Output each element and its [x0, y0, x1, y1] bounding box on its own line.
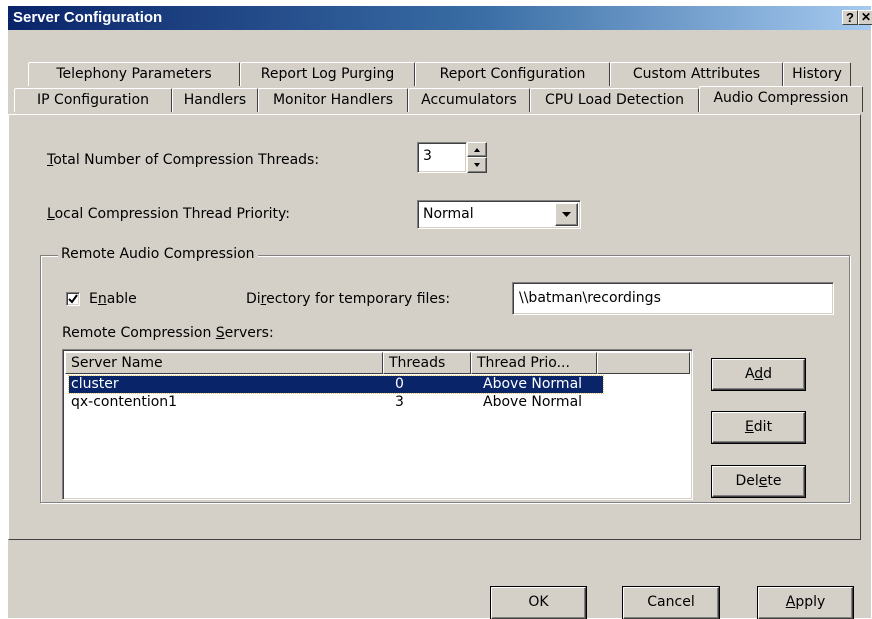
window-title: Server Configuration	[13, 9, 163, 26]
spin-down-button[interactable]	[467, 157, 487, 173]
check-icon	[68, 294, 78, 304]
tab-panel-audio-compression: Total Number of Compression Threads: 3 L…	[8, 114, 861, 540]
tab-accumulators[interactable]: Accumulators	[408, 88, 530, 112]
arrow-up-icon	[474, 148, 480, 152]
tab-monitor-handlers[interactable]: Monitor Handlers	[258, 88, 408, 112]
tab-ip-configuration[interactable]: IP Configuration	[14, 88, 172, 112]
compression-priority-label: Local Compression Thread Priority:	[47, 206, 290, 222]
tab-audio-compression[interactable]: Audio Compression	[699, 86, 863, 112]
spin-up-button[interactable]	[467, 142, 487, 157]
chevron-down-icon	[562, 212, 571, 217]
apply-button[interactable]: Apply	[758, 587, 853, 619]
tab-report-log-purging[interactable]: Report Log Purging	[240, 62, 415, 86]
tab-history[interactable]: History	[783, 62, 851, 86]
temp-directory-value: \\batman\recordings	[519, 290, 661, 306]
cell-threads: 0	[395, 376, 404, 392]
arrow-down-icon	[474, 163, 480, 167]
priority-selected-value: Normal	[423, 206, 474, 222]
tab-cpu-load-detection[interactable]: CPU Load Detection	[530, 88, 699, 112]
delete-button[interactable]: Delete	[712, 466, 805, 497]
temp-directory-label: Directory for temporary files:	[246, 291, 451, 307]
add-button[interactable]: Add	[712, 359, 805, 390]
remote-servers-list[interactable]: Server Name Threads Thread Prio... clust…	[62, 349, 693, 500]
close-icon[interactable]: ✕	[858, 10, 872, 25]
tab-handlers[interactable]: Handlers	[172, 88, 258, 112]
tab-telephony-parameters[interactable]: Telephony Parameters	[28, 62, 240, 86]
cell-thread-priority: Above Normal	[483, 376, 583, 392]
table-row[interactable]: qx-contention1 3 Above Normal	[69, 394, 603, 411]
compression-threads-value: 3	[423, 148, 432, 164]
remote-audio-compression-legend: Remote Audio Compression	[58, 246, 258, 262]
table-row[interactable]: cluster 0 Above Normal	[68, 375, 604, 394]
tab-custom-attributes[interactable]: Custom Attributes	[610, 62, 783, 86]
priority-dropdown-button[interactable]	[555, 203, 578, 226]
edit-button[interactable]: Edit	[712, 412, 805, 443]
cancel-button[interactable]: Cancel	[623, 587, 719, 619]
cell-thread-priority: Above Normal	[483, 394, 583, 410]
column-header-server-name[interactable]: Server Name	[65, 352, 383, 374]
cell-server-name: cluster	[71, 376, 119, 392]
column-header-threads[interactable]: Threads	[383, 352, 471, 374]
cell-server-name: qx-contention1	[71, 394, 178, 410]
ok-button[interactable]: OK	[491, 587, 586, 619]
priority-dropdown[interactable]: Normal	[417, 200, 581, 229]
temp-directory-input[interactable]: \\batman\recordings	[512, 282, 834, 315]
compression-threads-spinner[interactable]: 3	[417, 142, 467, 173]
cell-threads: 3	[395, 394, 404, 410]
compression-threads-label: Total Number of Compression Threads:	[47, 152, 320, 168]
help-icon[interactable]: ?	[842, 10, 858, 25]
title-bar[interactable]: Server Configuration ? ✕	[8, 6, 872, 30]
column-header-filler	[597, 352, 690, 374]
remote-servers-label: Remote Compression Servers:	[62, 325, 274, 341]
tab-report-configuration[interactable]: Report Configuration	[415, 62, 610, 86]
enable-label[interactable]: Enable	[89, 291, 137, 307]
column-header-thread-priority[interactable]: Thread Prio...	[471, 352, 597, 374]
server-configuration-dialog: Server Configuration ? ✕ Telephony Param…	[8, 6, 872, 619]
enable-checkbox[interactable]	[66, 292, 80, 306]
